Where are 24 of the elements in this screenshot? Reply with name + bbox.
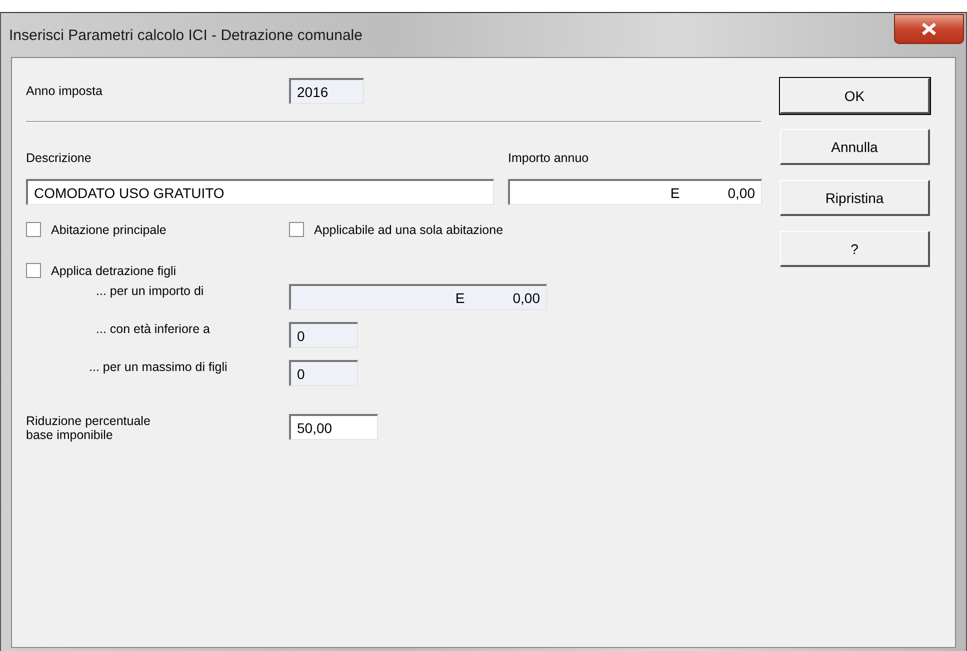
field-label: Descrizione: [26, 151, 92, 165]
amount-field[interactable]: E 0,00: [508, 179, 762, 205]
dialog-button[interactable]: Ripristina: [780, 180, 930, 216]
description-field[interactable]: COMODATO USO GRATUITO: [26, 179, 494, 205]
checkbox-label[interactable]: Applica detrazione figli: [51, 264, 176, 278]
field-label: ... con età inferiore a: [96, 322, 210, 336]
window-title: Inserisci Parametri calcolo ICI - Detrazione comunale: [9, 26, 362, 44]
field-label: ... per un importo di: [96, 284, 204, 298]
close-icon: [920, 22, 938, 36]
dialog-button[interactable]: OK: [780, 78, 930, 114]
checkbox-label[interactable]: Applicabile ad una sola abitazione: [314, 222, 504, 236]
field-label: Importo annuo: [508, 151, 589, 165]
close-button[interactable]: [894, 14, 964, 44]
field-label: base imponibile: [26, 428, 114, 442]
checkbox-label[interactable]: Abitazione principale: [51, 222, 166, 236]
field-label: Anno imposta: [26, 84, 104, 98]
field-label: Riduzione percentuale: [26, 414, 152, 428]
checkbox[interactable]: [26, 263, 41, 278]
checkbox[interactable]: [26, 222, 41, 237]
checkbox[interactable]: [289, 222, 304, 237]
field-label: ... per un massimo di figli: [89, 360, 228, 374]
dialog-button[interactable]: ?: [780, 231, 930, 267]
percent-field[interactable]: 50,00: [289, 414, 378, 440]
dialog-button[interactable]: Annulla: [780, 129, 930, 165]
